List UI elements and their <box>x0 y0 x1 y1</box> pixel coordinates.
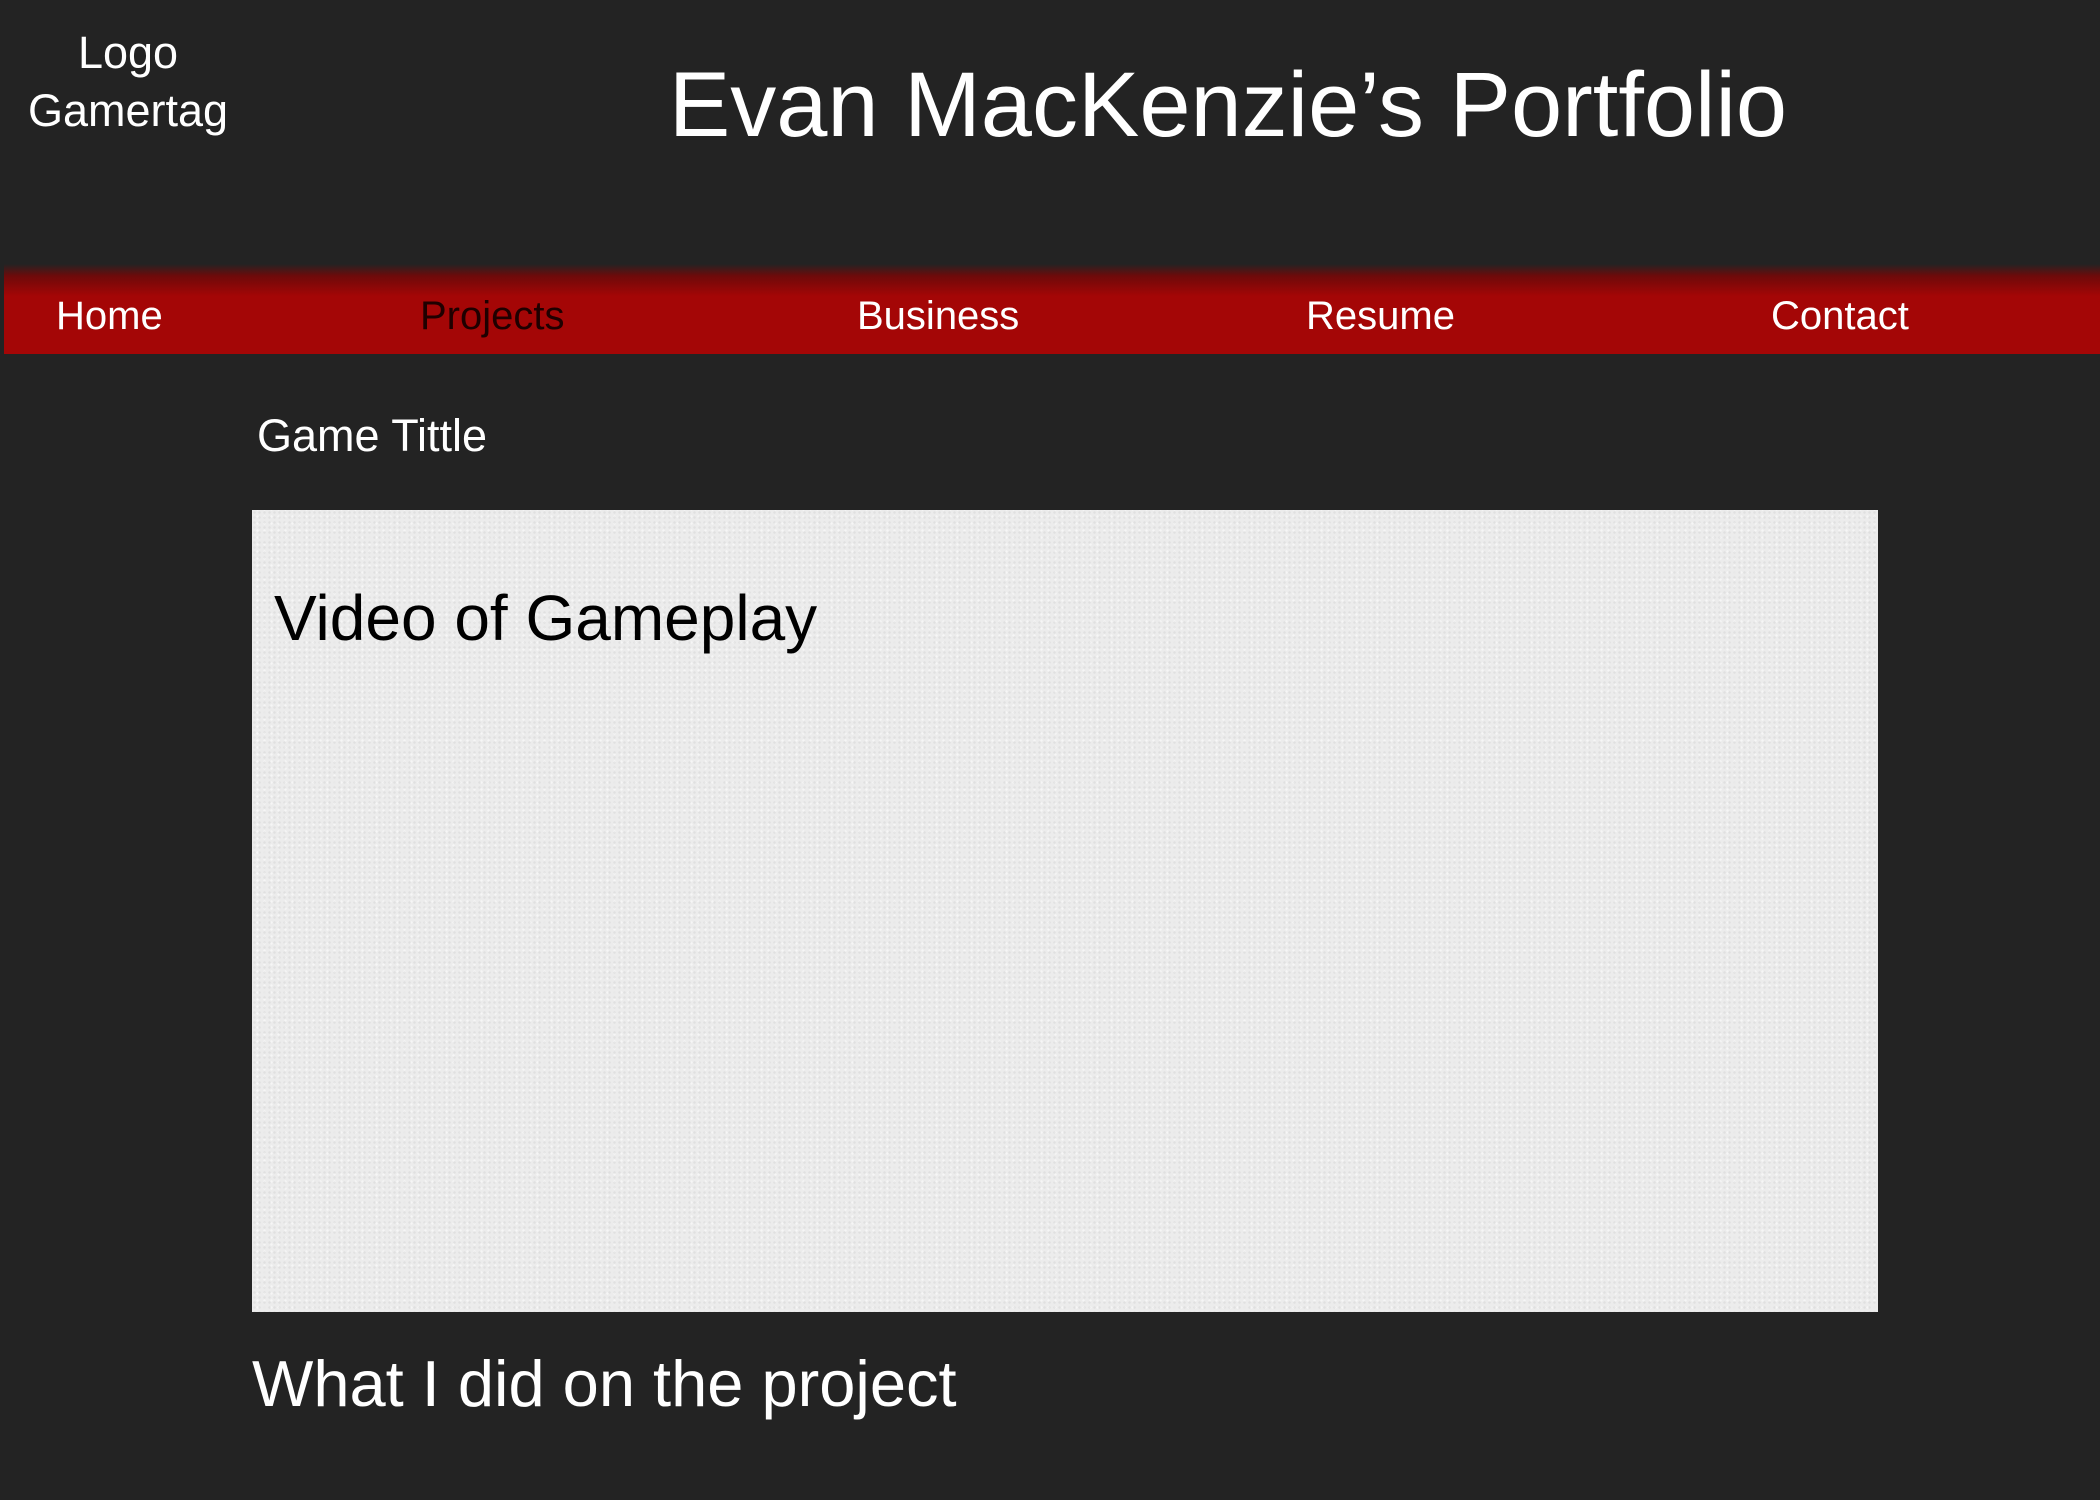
game-title: Game Tittle <box>257 410 488 461</box>
nav-item-contact[interactable]: Contact <box>1771 286 1909 346</box>
nav-item-resume[interactable]: Resume <box>1306 286 1455 346</box>
project-description-heading: What I did on the project <box>252 1347 957 1420</box>
gameplay-video-placeholder[interactable]: Video of Gameplay <box>252 510 1878 1312</box>
nav-item-business[interactable]: Business <box>857 286 1019 346</box>
logo-label: Logo <box>77 27 179 78</box>
nav-item-projects[interactable]: Projects <box>420 286 565 346</box>
gamertag-label: Gamertag <box>27 85 229 136</box>
main-nav-bar: Home Projects Business Resume Contact <box>4 264 2100 354</box>
logo-gamertag[interactable]: Logo Gamertag <box>0 24 256 140</box>
nav-item-home[interactable]: Home <box>56 286 163 346</box>
video-label: Video of Gameplay <box>274 582 818 654</box>
page-title: Evan MacKenzie’s Portfolio <box>668 54 1788 156</box>
